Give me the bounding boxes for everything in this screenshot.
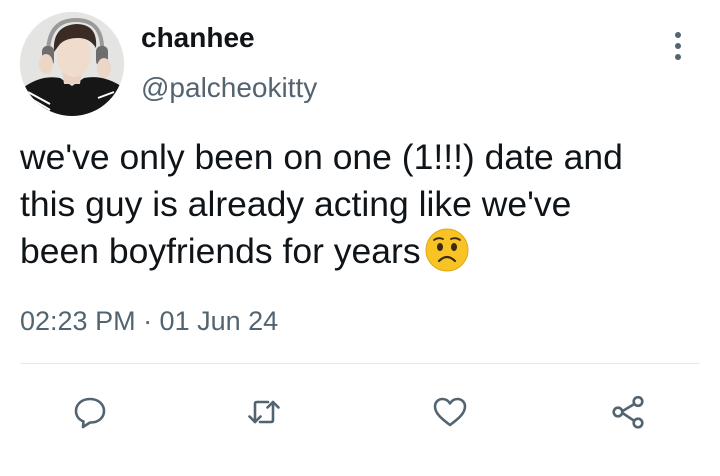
tweet-line: we've only been on one (1!!!) date and [20,137,623,177]
tweet-text: we've only been on one (1!!!) date and t… [20,134,710,275]
retweet-button[interactable] [242,392,286,432]
worried-face-emoji [425,228,469,272]
retweet-icon [248,400,280,424]
tweet-line: been boyfriends for years [20,228,710,275]
share-button[interactable] [606,392,650,432]
user-handle[interactable]: @palcheokitty [141,72,317,104]
tweet-card: chanhee @palcheokitty we've only been on… [0,0,720,476]
avatar-photo [20,12,124,116]
tweet-timestamp[interactable]: 02:23 PM · 01 Jun 24 [20,306,278,337]
reply-button[interactable] [68,392,112,432]
tweet-line: this guy is already acting like we've [20,184,572,224]
reply-icon [74,397,106,429]
display-name[interactable]: chanhee [141,22,255,54]
tweet-line-text: been boyfriends for years [20,231,421,271]
more-options-icon[interactable] [664,28,692,64]
avatar[interactable] [20,12,124,116]
share-icon [612,395,644,429]
like-button[interactable] [428,392,472,432]
like-icon [433,397,467,427]
divider [20,363,700,364]
